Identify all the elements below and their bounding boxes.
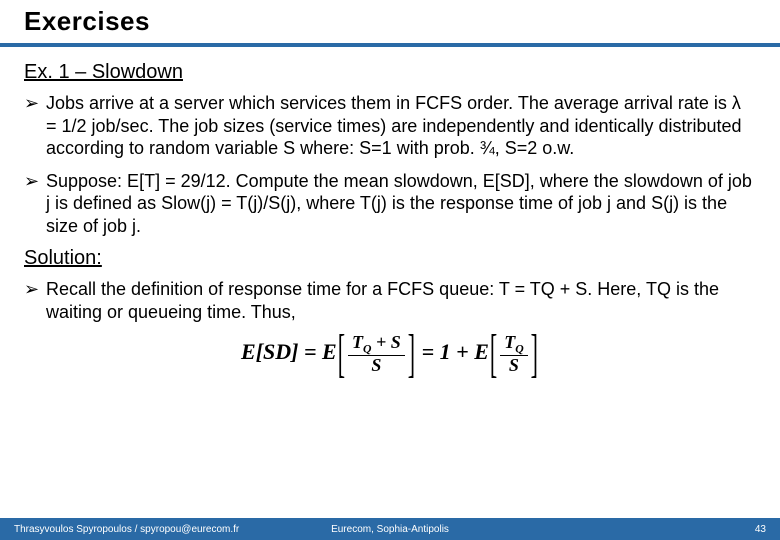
equation: E[SD] = E[ TQ + S S ] = 1 + E[ TQ S ] [24,333,756,374]
footer-institution: Eurecom, Sophia-Antipolis [331,524,449,535]
eq-eq2: = [422,339,435,364]
slide-content: Ex. 1 – Slowdown ➢ Jobs arrive at a serv… [0,47,780,374]
bullet-icon: ➢ [24,170,46,193]
bullet-text-1: Jobs arrive at a server which services t… [46,92,756,160]
bullet-item: ➢ Recall the definition of response time… [24,278,756,323]
bullet-text-2: Suppose: E[T] = 29/12. Compute the mean … [46,170,756,238]
fraction: TQ S [500,333,527,374]
footer-author: Thrasyvoulos Spyropoulos / spyropou@eure… [14,524,239,535]
eq-lhs: E[SD] [241,339,298,364]
eq-E: E [322,339,337,364]
slide-header: Exercises [0,0,780,47]
page-title: Exercises [24,6,760,37]
slide-footer: Thrasyvoulos Spyropoulos / spyropou@eure… [0,518,780,540]
solution-title: Solution: [24,247,756,270]
eq-plus: + [456,339,469,364]
bullet-item: ➢ Jobs arrive at a server which services… [24,92,756,160]
bullet-icon: ➢ [24,278,46,301]
exercise-title: Ex. 1 – Slowdown [24,61,756,84]
fraction: TQ + S S [348,333,405,374]
footer-page-number: 43 [755,524,766,535]
eq-E2: E [474,339,489,364]
eq-one: 1 [440,339,451,364]
eq-eq: = [304,339,317,364]
bullet-text-3: Recall the definition of response time f… [46,278,756,323]
bullet-icon: ➢ [24,92,46,115]
bullet-item: ➢ Suppose: E[T] = 29/12. Compute the mea… [24,170,756,238]
